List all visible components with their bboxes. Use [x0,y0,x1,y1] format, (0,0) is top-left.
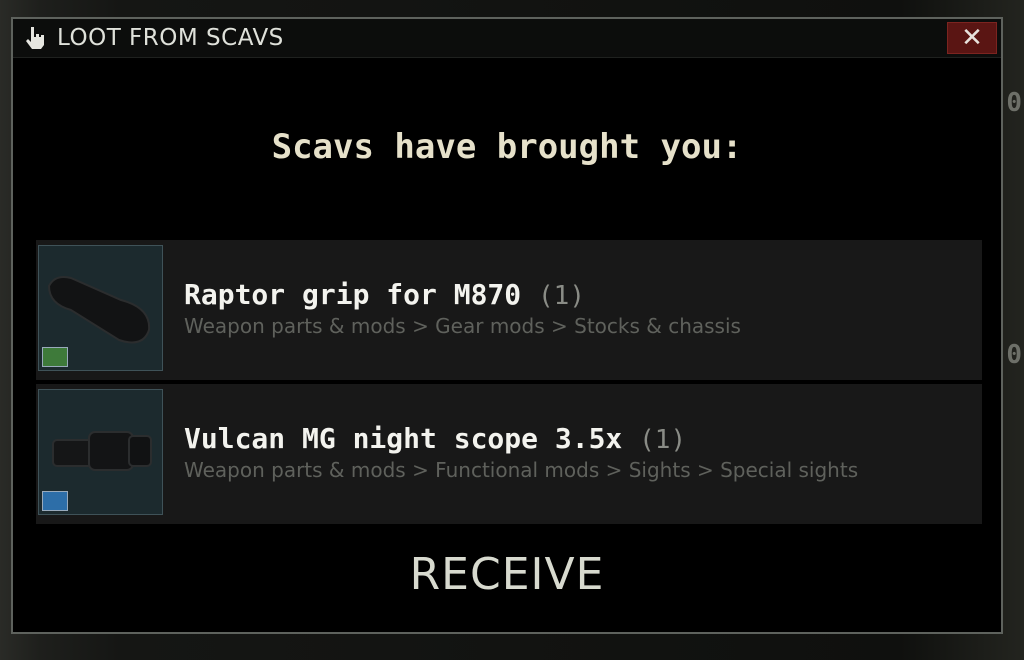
item-category-path: Weapon parts & mods > Functional mods > … [184,458,859,482]
dialog-titlebar[interactable]: LOOT FROM SCAVS ✕ [13,19,1001,58]
close-button[interactable]: ✕ [947,22,997,54]
pointing-hand-icon [26,27,44,49]
scope-reticle-icon [42,491,68,511]
background-digit: 0 [1006,88,1022,118]
item-quantity: (1) [639,425,687,455]
stock-icon [42,347,68,367]
dialog-title: LOOT FROM SCAVS [57,25,284,51]
item-category-path: Weapon parts & mods > Gear mods > Stocks… [184,314,741,338]
item-quantity: (1) [538,281,585,311]
item-thumbnail[interactable] [38,389,163,515]
receive-button[interactable]: RECEIVE [13,549,1001,600]
background-digit: 0 [1006,340,1022,370]
list-item[interactable]: Raptor grip for M870 (1) Weapon parts & … [36,240,982,380]
list-item[interactable]: Vulcan MG night scope 3.5x (1) Weapon pa… [36,384,982,524]
item-name: Raptor grip for M870 (1) [184,278,585,311]
loot-dialog: LOOT FROM SCAVS ✕ Scavs have brought you… [11,17,1003,634]
item-thumbnail[interactable] [38,245,163,371]
item-name: Vulcan MG night scope 3.5x (1) [184,422,687,455]
dialog-heading: Scavs have brought you: [271,127,743,167]
